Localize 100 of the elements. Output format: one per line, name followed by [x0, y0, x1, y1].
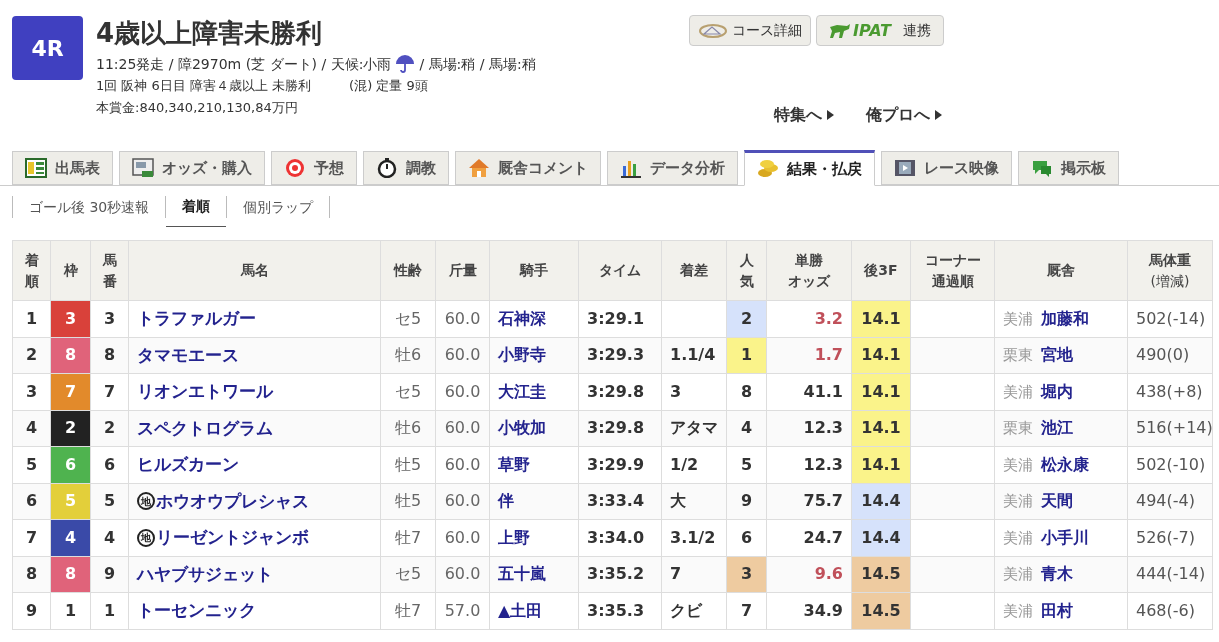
table-cell: 9: [726, 483, 767, 520]
table-cell: 1.7: [766, 337, 852, 374]
trainer-link[interactable]: 田村: [1041, 598, 1073, 623]
column-header: 馬名: [128, 240, 381, 301]
training-center: 美浦: [1003, 491, 1033, 512]
table-cell: 516(+14): [1127, 410, 1213, 447]
trainer-link[interactable]: 松永康: [1041, 452, 1089, 477]
table-cell: セ5: [380, 556, 436, 593]
trainer-link[interactable]: 宮地: [1041, 343, 1073, 368]
stopwatch-icon: [376, 158, 398, 178]
table-cell: 大: [661, 483, 727, 520]
local-horse-mark: 地: [137, 528, 155, 547]
umbrella-icon: [395, 54, 416, 74]
sub-tab[interactable]: 個別ラップ: [227, 187, 330, 227]
horse-name-link[interactable]: ヒルズカーン: [137, 452, 239, 478]
ipat-link-button[interactable]: IPAT 連携: [816, 15, 944, 46]
table-cell: 7: [726, 592, 767, 629]
table-cell: 牡5: [380, 446, 436, 483]
nav-tab[interactable]: オッズ・購入: [119, 151, 265, 185]
jockey-link[interactable]: 小野寺: [498, 345, 546, 365]
table-cell: 14.4: [851, 483, 911, 520]
table-cell: 9: [90, 556, 129, 593]
table-cell: 1/2: [661, 446, 727, 483]
jockey-link[interactable]: 石神深: [498, 308, 546, 328]
table-cell: 24.7: [766, 519, 852, 556]
horse-name-link[interactable]: ホウオウプレシャス: [156, 488, 309, 514]
ticket-icon: [132, 158, 154, 178]
jockey-link[interactable]: 大江圭: [498, 381, 546, 401]
table-cell: 14.1: [851, 410, 911, 447]
table-cell: 3: [12, 373, 51, 410]
horse-icon: [829, 22, 851, 39]
table-cell: 牡5: [380, 483, 436, 520]
table-cell: 牡7: [380, 519, 436, 556]
target-icon: [284, 158, 306, 178]
coins-icon: [757, 159, 779, 179]
table-cell: 2: [726, 300, 767, 337]
table-cell: 1: [12, 300, 51, 337]
table-cell: 57.0: [435, 592, 490, 629]
horse-name-link[interactable]: リオンエトワール: [137, 379, 273, 405]
jockey-link[interactable]: 上野: [498, 527, 530, 547]
column-header: 着差: [661, 240, 727, 301]
jockey-link[interactable]: 小牧加: [498, 418, 546, 438]
house-icon: [468, 158, 490, 178]
column-header: 馬体重 (増減): [1127, 240, 1213, 301]
nav-tab[interactable]: レース映像: [881, 151, 1012, 185]
nav-tab[interactable]: 予想: [271, 151, 357, 185]
table-cell: 3:29.8: [578, 373, 662, 410]
nav-tab[interactable]: 掲示板: [1018, 151, 1119, 185]
column-header: 人 気: [726, 240, 767, 301]
frame-number: 3: [50, 300, 91, 337]
table-cell: 34.9: [766, 592, 852, 629]
feature-link[interactable]: 俺プロへ: [866, 103, 942, 127]
nav-tab[interactable]: 調教: [363, 151, 449, 185]
horse-name-link[interactable]: スペクトログラム: [137, 415, 273, 441]
table-cell: セ5: [380, 373, 436, 410]
horse-name-link[interactable]: トラファルガー: [137, 306, 256, 332]
table-cell: 14.1: [851, 300, 911, 337]
jockey-link[interactable]: 五十嵐: [498, 564, 546, 584]
training-center: 美浦: [1003, 308, 1033, 330]
table-cell: 5: [90, 483, 129, 520]
horse-name-link[interactable]: トーセンニック: [137, 598, 256, 624]
trainer-link[interactable]: 池江: [1041, 416, 1073, 441]
column-header: 枠: [50, 240, 91, 301]
table-cell: 牡7: [380, 592, 436, 629]
trainer-link[interactable]: 天間: [1041, 489, 1073, 514]
table-cell: 438(+8): [1127, 373, 1213, 410]
sub-tab[interactable]: 着順: [166, 187, 227, 227]
table-cell: 9.6: [766, 556, 852, 593]
jockey-link[interactable]: 伴: [498, 491, 514, 511]
training-center: 美浦: [1003, 454, 1033, 476]
jockey-link[interactable]: 草野: [498, 454, 530, 474]
table-cell: 14.4: [851, 519, 911, 556]
table-cell: 1: [90, 592, 129, 629]
trainer-link[interactable]: 小手川: [1041, 525, 1089, 550]
horse-name-link[interactable]: ハヤブサジェット: [137, 561, 273, 587]
table-cell: 3:33.4: [578, 483, 662, 520]
horse-name-link[interactable]: リーゼントジャンボ: [156, 525, 309, 551]
feature-link[interactable]: 特集へ: [774, 103, 834, 127]
table-cell: 3:29.8: [578, 410, 662, 447]
horse-name-link[interactable]: タマモエース: [137, 342, 239, 368]
table-icon: [25, 158, 47, 178]
nav-tab[interactable]: 厩舎コメント: [455, 151, 601, 185]
trainer-link[interactable]: 堀内: [1041, 379, 1073, 404]
nav-tab[interactable]: 出馬表: [12, 151, 113, 185]
nav-tab[interactable]: 結果・払戻: [744, 150, 875, 186]
jockey-link[interactable]: ▲土田: [498, 600, 543, 620]
nav-tab[interactable]: データ分析: [607, 151, 738, 185]
column-header: 馬 番: [90, 240, 129, 301]
course-detail-button[interactable]: コース詳細: [689, 15, 811, 46]
trainer-link[interactable]: 青木: [1041, 562, 1073, 587]
table-cell: 6: [90, 446, 129, 483]
training-center: 美浦: [1003, 381, 1033, 403]
table-cell: 牡6: [380, 337, 436, 374]
table-cell: 4: [726, 410, 767, 447]
table-cell: 7: [90, 373, 129, 410]
sub-tab[interactable]: ゴール後 30秒速報: [13, 187, 166, 227]
trainer-link[interactable]: 加藤和: [1041, 306, 1089, 331]
table-cell: 60.0: [435, 337, 490, 374]
race-conditions: 11:25発走 / 障2970m (芝 ダート) / 天候:小雨: [96, 55, 392, 74]
table-cell: 6: [726, 519, 767, 556]
